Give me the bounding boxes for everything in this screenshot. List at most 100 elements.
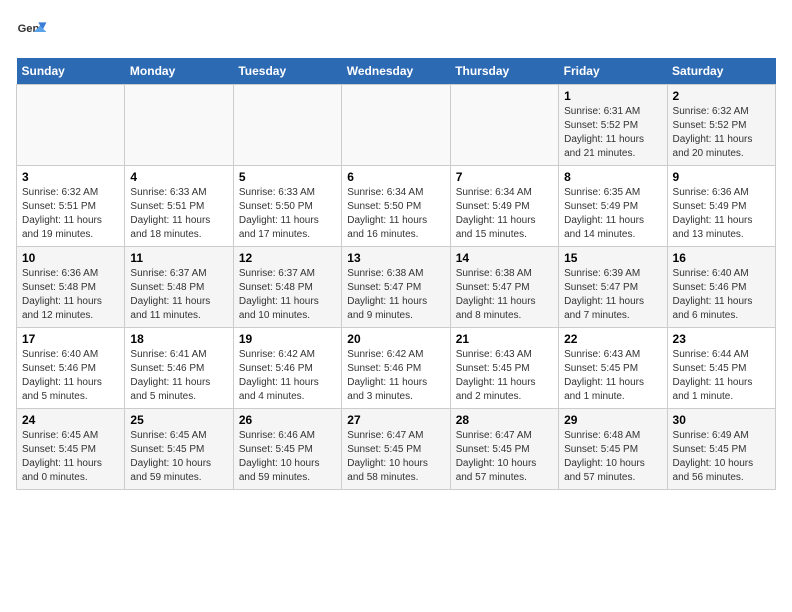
calendar-week-5: 24 Sunrise: 6:45 AM Sunset: 5:45 PM Dayli… <box>17 409 776 490</box>
day-info: Sunrise: 6:42 AM Sunset: 5:46 PM Dayligh… <box>347 348 444 404</box>
day-number: 5 <box>239 170 336 184</box>
day-number: 16 <box>673 251 770 265</box>
day-info: Sunrise: 6:37 AM Sunset: 5:48 PM Dayligh… <box>130 267 227 323</box>
calendar-cell: 29Sunrise: 6:48 AM Sunset: 5:45 PM Dayli… <box>559 409 667 490</box>
day-number: 12 <box>239 251 336 265</box>
calendar-cell: 14 Sunrise: 6:38 AM Sunset: 5:47 PM Dayli… <box>450 247 558 328</box>
day-info: Sunrise: 6:45 AM Sunset: 5:45 PM Dayligh… <box>22 429 119 485</box>
day-info: Sunrise: 6:40 AM Sunset: 5:46 PM Dayligh… <box>22 348 119 404</box>
day-number: 26 <box>239 413 336 427</box>
weekday-header-friday: Friday <box>559 58 667 85</box>
calendar-cell: 18 Sunrise: 6:41 AM Sunset: 5:46 PM Dayli… <box>125 328 233 409</box>
day-info: Sunrise: 6:42 AM Sunset: 5:46 PM Dayligh… <box>239 348 336 404</box>
day-number: 2 <box>673 89 770 103</box>
calendar-cell: 19 Sunrise: 6:42 AM Sunset: 5:46 PM Dayli… <box>233 328 341 409</box>
calendar-cell <box>450 85 558 166</box>
calendar-week-1: 1 Sunrise: 6:31 AM Sunset: 5:52 PM Daylig… <box>17 85 776 166</box>
calendar-cell: 24 Sunrise: 6:45 AM Sunset: 5:45 PM Dayli… <box>17 409 125 490</box>
calendar-cell: 22 Sunrise: 6:43 AM Sunset: 5:45 PM Dayli… <box>559 328 667 409</box>
calendar-cell: 21 Sunrise: 6:43 AM Sunset: 5:45 PM Dayli… <box>450 328 558 409</box>
weekday-header-tuesday: Tuesday <box>233 58 341 85</box>
day-number: 28 <box>456 413 553 427</box>
calendar-cell: 28 Sunrise: 6:47 AM Sunset: 5:45 PM Dayli… <box>450 409 558 490</box>
calendar-table: SundayMondayTuesdayWednesdayThursdayFrid… <box>16 58 776 490</box>
calendar-cell: 4 Sunrise: 6:33 AM Sunset: 5:51 PM Daylig… <box>125 166 233 247</box>
calendar-cell: 30 Sunrise: 6:49 AM Sunset: 5:45 PM Dayli… <box>667 409 775 490</box>
day-info: Sunrise: 6:36 AM Sunset: 5:49 PM Dayligh… <box>673 186 770 242</box>
day-number: 21 <box>456 332 553 346</box>
logo-icon: Gen <box>16 16 48 48</box>
calendar-cell: 26 Sunrise: 6:46 AM Sunset: 5:45 PM Dayli… <box>233 409 341 490</box>
day-info: Sunrise: 6:35 AM Sunset: 5:49 PM Dayligh… <box>564 186 661 242</box>
day-number: 13 <box>347 251 444 265</box>
calendar-cell: 15 Sunrise: 6:39 AM Sunset: 5:47 PM Dayli… <box>559 247 667 328</box>
day-info: Sunrise: 6:49 AM Sunset: 5:45 PM Dayligh… <box>673 429 770 485</box>
day-info: Sunrise: 6:40 AM Sunset: 5:46 PM Dayligh… <box>673 267 770 323</box>
day-number: 18 <box>130 332 227 346</box>
calendar-cell: 10 Sunrise: 6:36 AM Sunset: 5:48 PM Dayli… <box>17 247 125 328</box>
day-number: 27 <box>347 413 444 427</box>
calendar-week-3: 10 Sunrise: 6:36 AM Sunset: 5:48 PM Dayli… <box>17 247 776 328</box>
weekday-header-wednesday: Wednesday <box>342 58 450 85</box>
calendar-cell: 13 Sunrise: 6:38 AM Sunset: 5:47 PM Dayli… <box>342 247 450 328</box>
calendar-cell: 23Sunrise: 6:44 AM Sunset: 5:45 PM Dayli… <box>667 328 775 409</box>
weekday-header-saturday: Saturday <box>667 58 775 85</box>
day-info: Sunrise: 6:43 AM Sunset: 5:45 PM Dayligh… <box>564 348 661 404</box>
day-number: 25 <box>130 413 227 427</box>
day-number: 11 <box>130 251 227 265</box>
calendar-cell <box>125 85 233 166</box>
day-info: Sunrise: 6:39 AM Sunset: 5:47 PM Dayligh… <box>564 267 661 323</box>
day-info: Sunrise: 6:48 AM Sunset: 5:45 PM Dayligh… <box>564 429 661 485</box>
calendar-cell: 17Sunrise: 6:40 AM Sunset: 5:46 PM Dayli… <box>17 328 125 409</box>
weekday-header-monday: Monday <box>125 58 233 85</box>
day-number: 7 <box>456 170 553 184</box>
day-info: Sunrise: 6:33 AM Sunset: 5:51 PM Dayligh… <box>130 186 227 242</box>
header: Gen <box>16 16 776 48</box>
weekday-header-thursday: Thursday <box>450 58 558 85</box>
day-info: Sunrise: 6:34 AM Sunset: 5:50 PM Dayligh… <box>347 186 444 242</box>
day-info: Sunrise: 6:31 AM Sunset: 5:52 PM Dayligh… <box>564 105 661 161</box>
calendar-cell: 7 Sunrise: 6:34 AM Sunset: 5:49 PM Daylig… <box>450 166 558 247</box>
day-number: 4 <box>130 170 227 184</box>
day-number: 1 <box>564 89 661 103</box>
day-number: 24 <box>22 413 119 427</box>
day-info: Sunrise: 6:32 AM Sunset: 5:51 PM Dayligh… <box>22 186 119 242</box>
calendar-cell: 6 Sunrise: 6:34 AM Sunset: 5:50 PM Daylig… <box>342 166 450 247</box>
day-number: 3 <box>22 170 119 184</box>
day-number: 8 <box>564 170 661 184</box>
calendar-cell: 1 Sunrise: 6:31 AM Sunset: 5:52 PM Daylig… <box>559 85 667 166</box>
svg-text:Gen: Gen <box>18 23 40 35</box>
day-info: Sunrise: 6:45 AM Sunset: 5:45 PM Dayligh… <box>130 429 227 485</box>
day-info: Sunrise: 6:38 AM Sunset: 5:47 PM Dayligh… <box>456 267 553 323</box>
day-number: 15 <box>564 251 661 265</box>
calendar-cell <box>342 85 450 166</box>
calendar-cell: 27 Sunrise: 6:47 AM Sunset: 5:45 PM Dayli… <box>342 409 450 490</box>
day-info: Sunrise: 6:34 AM Sunset: 5:49 PM Dayligh… <box>456 186 553 242</box>
day-info: Sunrise: 6:43 AM Sunset: 5:45 PM Dayligh… <box>456 348 553 404</box>
day-info: Sunrise: 6:38 AM Sunset: 5:47 PM Dayligh… <box>347 267 444 323</box>
day-info: Sunrise: 6:47 AM Sunset: 5:45 PM Dayligh… <box>347 429 444 485</box>
day-info: Sunrise: 6:32 AM Sunset: 5:52 PM Dayligh… <box>673 105 770 161</box>
day-number: 10 <box>22 251 119 265</box>
day-number: 22 <box>564 332 661 346</box>
day-info: Sunrise: 6:41 AM Sunset: 5:46 PM Dayligh… <box>130 348 227 404</box>
day-info: Sunrise: 6:47 AM Sunset: 5:45 PM Dayligh… <box>456 429 553 485</box>
calendar-cell: 25 Sunrise: 6:45 AM Sunset: 5:45 PM Dayli… <box>125 409 233 490</box>
calendar-cell: 3 Sunrise: 6:32 AM Sunset: 5:51 PM Daylig… <box>17 166 125 247</box>
weekday-header-sunday: Sunday <box>17 58 125 85</box>
day-info: Sunrise: 6:36 AM Sunset: 5:48 PM Dayligh… <box>22 267 119 323</box>
calendar-cell <box>17 85 125 166</box>
calendar-cell: 2 Sunrise: 6:32 AM Sunset: 5:52 PM Daylig… <box>667 85 775 166</box>
calendar-cell: 9 Sunrise: 6:36 AM Sunset: 5:49 PM Daylig… <box>667 166 775 247</box>
calendar-cell: 16 Sunrise: 6:40 AM Sunset: 5:46 PM Dayli… <box>667 247 775 328</box>
day-number: 6 <box>347 170 444 184</box>
day-info: Sunrise: 6:33 AM Sunset: 5:50 PM Dayligh… <box>239 186 336 242</box>
day-number: 30 <box>673 413 770 427</box>
day-number: 9 <box>673 170 770 184</box>
day-number: 19 <box>239 332 336 346</box>
day-number: 14 <box>456 251 553 265</box>
calendar-cell: 20Sunrise: 6:42 AM Sunset: 5:46 PM Dayli… <box>342 328 450 409</box>
day-info: Sunrise: 6:46 AM Sunset: 5:45 PM Dayligh… <box>239 429 336 485</box>
logo: Gen <box>16 16 52 48</box>
day-info: Sunrise: 6:37 AM Sunset: 5:48 PM Dayligh… <box>239 267 336 323</box>
